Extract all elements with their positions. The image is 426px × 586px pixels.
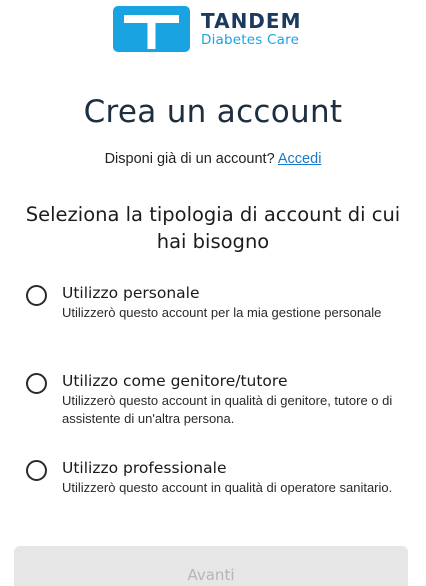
- radio-parent-guardian[interactable]: [26, 373, 47, 394]
- radio-professional-use[interactable]: [26, 460, 47, 481]
- option-description: Utilizzerò questo account per la mia ges…: [62, 305, 382, 320]
- signin-prompt-line: Disponi già di un account? Accedi: [0, 151, 426, 167]
- option-text: Utilizzo personale Utilizzerò questo acc…: [62, 283, 402, 322]
- option-description: Utilizzerò questo account in qualità di …: [62, 393, 393, 426]
- next-button[interactable]: Avanti: [14, 546, 408, 586]
- tandem-t-icon: [113, 6, 190, 52]
- option-label: Utilizzo come genitore/tutore: [62, 372, 288, 390]
- option-parent-guardian[interactable]: Utilizzo come genitore/tutore Utilizzerò…: [26, 371, 406, 428]
- option-label: Utilizzo professionale: [62, 459, 227, 477]
- option-text: Utilizzo professionale Utilizzerò questo…: [62, 458, 402, 497]
- option-description: Utilizzerò questo account in qualità di …: [62, 480, 393, 495]
- account-type-question: Seleziona la tipologia di account di cui…: [25, 203, 401, 253]
- page-title: Crea un account: [83, 94, 343, 130]
- signin-prompt-text: Disponi già di un account?: [104, 151, 275, 167]
- option-professional-use[interactable]: Utilizzo professionale Utilizzerò questo…: [26, 458, 406, 497]
- brand-name: TANDEM: [201, 8, 302, 33]
- option-personal-use[interactable]: Utilizzo personale Utilizzerò questo acc…: [26, 283, 406, 322]
- option-label: Utilizzo personale: [62, 284, 200, 302]
- logo-wordmark: TANDEM Diabetes Care: [201, 11, 301, 48]
- signin-link[interactable]: Accedi: [278, 151, 322, 167]
- brand-subtitle: Diabetes Care: [201, 31, 300, 48]
- radio-personal-use[interactable]: [26, 285, 47, 306]
- option-text: Utilizzo come genitore/tutore Utilizzerò…: [62, 371, 402, 428]
- tandem-logo: TANDEM Diabetes Care: [113, 5, 301, 53]
